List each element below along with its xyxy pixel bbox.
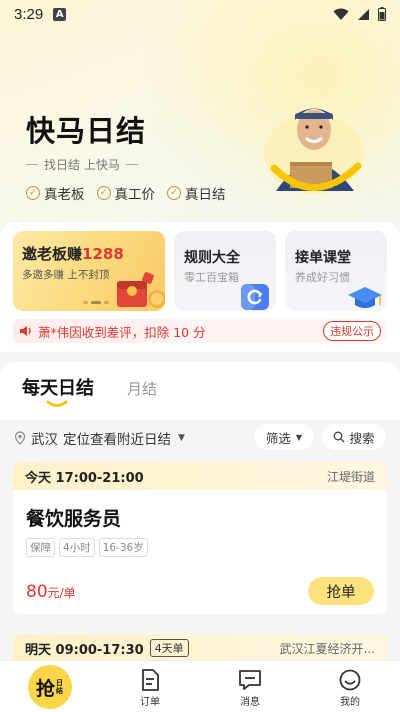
- invite-subtitle: 多邀多赚 上不封顶: [22, 269, 110, 281]
- badge-label: 真工价: [114, 187, 156, 203]
- filter-button[interactable]: 筛选 ▼: [254, 424, 314, 450]
- slogan-divider: [26, 164, 38, 165]
- nav-grab[interactable]: 抢 日结: [0, 661, 100, 712]
- job-location: 江堤街道: [326, 469, 375, 484]
- nav-main-label: 抢: [35, 677, 55, 700]
- brand-block: 快马日结 找日结 上快马 ✓ 真老板 ✓ 真工价 ✓ 真日结: [26, 108, 226, 203]
- invite-amount: 1288: [82, 245, 124, 263]
- job-tag: 保障: [26, 538, 55, 557]
- city-name: 武汉: [31, 432, 58, 448]
- status-time: 3:29: [14, 5, 44, 23]
- message-bubble-icon: [239, 670, 261, 690]
- grab-daily-icon: 抢 日结: [28, 665, 72, 709]
- nav-messages[interactable]: 消息: [200, 661, 300, 712]
- job-time: 今天 17:00-21:00: [25, 470, 144, 486]
- tab-active-indicator: [46, 400, 68, 407]
- job-price: 80元/单: [26, 582, 76, 602]
- violation-public-button[interactable]: 违规公示: [323, 321, 381, 341]
- job-card[interactable]: 今天 17:00-21:00 江堤街道 餐饮服务员 保障 4小时 16-36岁 …: [13, 462, 387, 614]
- job-location: 武汉江夏经济开...: [279, 641, 375, 656]
- carousel-dot: [104, 301, 109, 304]
- app-title: 快马日结: [26, 114, 147, 148]
- badge-label: 真日结: [185, 187, 226, 203]
- nav-label: 订单: [140, 697, 160, 708]
- slogan-text: 找日结 上快马: [44, 158, 120, 172]
- courier-mascot-image: [264, 108, 364, 194]
- job-days-badge: 4天单: [149, 639, 189, 657]
- refresh-box-icon: [241, 284, 269, 310]
- job-card-header: 明天 09:00-17:30 4天单 武汉江夏经济开...: [13, 634, 387, 662]
- search-label: 搜索: [349, 430, 375, 446]
- price-value: 80: [26, 582, 48, 602]
- slogan-divider: [125, 164, 138, 165]
- nav-mine[interactable]: 我的: [300, 661, 400, 712]
- order-class-card[interactable]: 接单课堂 养成好习惯: [285, 231, 387, 311]
- tab-daily[interactable]: 每天日结: [22, 374, 94, 400]
- class-subtitle: 养成好习惯: [295, 271, 350, 284]
- notification-icon: A: [53, 7, 67, 21]
- smiley-face-icon: [339, 669, 361, 691]
- notice-text: 萧*伟因收到差评，扣除 10 分: [38, 324, 206, 340]
- caret-down-icon: ▼: [178, 433, 185, 443]
- location-prompt: 定位查看附近日结: [63, 432, 171, 448]
- job-tags: 保障 4小时 16-36岁: [26, 538, 148, 557]
- check-circle-icon: ✓: [167, 186, 181, 200]
- class-title: 接单课堂: [295, 250, 351, 266]
- rules-card[interactable]: 规则大全 零工百宝箱: [174, 231, 276, 311]
- filter-label: 筛选: [265, 430, 291, 446]
- bottom-navigation: 抢 日结 订单 消息 我的: [0, 660, 400, 712]
- nav-main-sublabel: 日结: [56, 679, 63, 695]
- job-tag: 16-36岁: [98, 538, 148, 557]
- price-unit: 元/单: [47, 586, 76, 600]
- badge-label: 真老板: [44, 187, 85, 203]
- app-slogan: 找日结 上快马: [26, 156, 226, 173]
- wifi-icon: [333, 8, 349, 20]
- grab-order-button[interactable]: 抢单: [308, 577, 374, 605]
- badge-real-daily: ✓ 真日结: [167, 183, 226, 203]
- battery-icon: [378, 7, 386, 21]
- check-circle-icon: ✓: [96, 186, 111, 200]
- check-circle-icon: ✓: [26, 186, 40, 200]
- badge-real-boss: ✓ 真老板: [26, 183, 85, 203]
- graduation-cap-icon: [348, 287, 382, 308]
- caret-down-icon: ▼: [295, 432, 303, 442]
- rules-subtitle: 零工百宝箱: [184, 271, 239, 284]
- job-card-header: 今天 17:00-21:00 江堤街道: [13, 462, 387, 490]
- carousel-dot: [83, 301, 88, 304]
- status-bar: 3:29 A: [0, 0, 400, 28]
- location-pin-icon: [14, 431, 26, 445]
- nav-label: 消息: [240, 697, 260, 708]
- job-title: 餐饮服务员: [26, 508, 122, 530]
- job-time: 明天 09:00-17:30: [25, 642, 144, 658]
- invite-boss-card[interactable]: 邀老板赚1288 多邀多赚 上不封顶: [13, 231, 165, 311]
- trust-badges: ✓ 真老板 ✓ 真工价 ✓ 真日结: [26, 183, 226, 203]
- signal-icon: [358, 8, 369, 20]
- rules-title: 规则大全: [184, 250, 240, 266]
- search-button[interactable]: 搜索: [322, 424, 386, 450]
- red-envelope-icon: [117, 272, 165, 308]
- job-tag: 4小时: [59, 538, 95, 557]
- carousel-dot-active: [91, 301, 101, 304]
- search-icon: [334, 431, 345, 443]
- tab-monthly[interactable]: 月结: [127, 378, 157, 399]
- nav-orders[interactable]: 订单: [100, 661, 200, 712]
- location-selector[interactable]: 武汉 定位查看附近日结 ▼: [14, 428, 185, 448]
- nav-label: 我的: [340, 697, 360, 708]
- order-document-icon: [142, 669, 159, 691]
- invite-title-text: 邀老板赚: [22, 245, 83, 263]
- invite-title: 邀老板赚1288: [22, 243, 124, 264]
- badge-real-price: ✓ 真工价: [96, 183, 156, 203]
- filter-bar: 武汉 定位查看附近日结 ▼ 筛选 ▼ 搜索: [0, 420, 400, 454]
- promo-section: 邀老板赚1288 多邀多赚 上不封顶 规则大全 零工百宝箱 接单课堂 养成好习惯: [0, 222, 400, 352]
- carousel-dots: [83, 301, 109, 304]
- speaker-icon: [20, 326, 31, 336]
- violation-notice-bar: 萧*伟因收到差评，扣除 10 分 违规公示: [13, 319, 387, 343]
